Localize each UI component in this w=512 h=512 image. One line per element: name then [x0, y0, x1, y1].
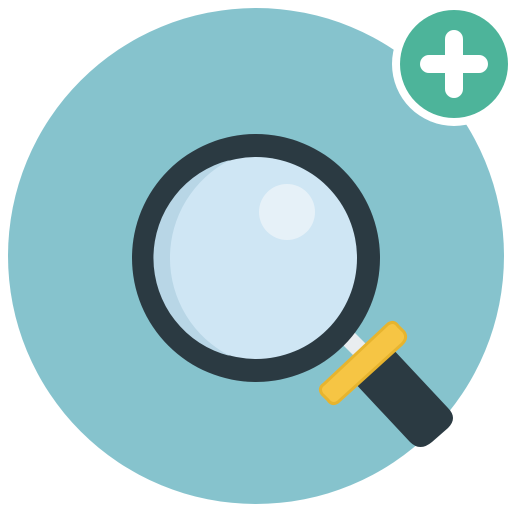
zoom-in-add-icon	[8, 2, 512, 504]
add-badge	[392, 2, 512, 126]
zoom-add-icon-canvas	[0, 0, 512, 512]
lens-highlight	[259, 184, 315, 240]
